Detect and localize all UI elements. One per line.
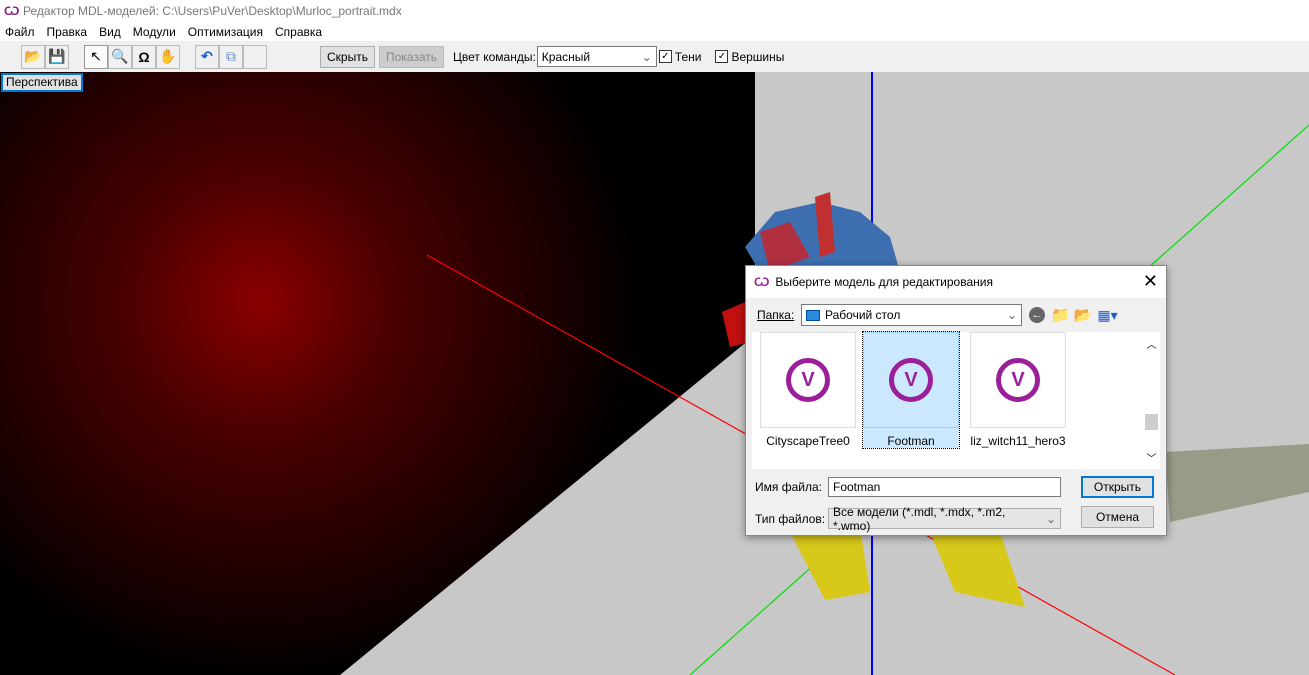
shadows-label: Тени bbox=[674, 49, 702, 64]
undo-icon[interactable]: ↶ bbox=[195, 44, 219, 69]
window-title: Редактор MDL-моделей: C:\Users\PuVer\Des… bbox=[23, 4, 402, 18]
file-name: liz_witch11_hero3 bbox=[970, 434, 1066, 448]
team-color-value: Красный bbox=[541, 49, 591, 64]
open-button[interactable]: Открыть bbox=[1081, 476, 1154, 498]
menu-optimization[interactable]: Оптимизация bbox=[183, 25, 270, 39]
view-menu-icon[interactable]: ▦▾ bbox=[1097, 307, 1117, 324]
menu-help[interactable]: Справка bbox=[270, 25, 329, 39]
folder-row: Папка: Рабочий стол ⌄ ← 📁 📂 ▦▾ bbox=[757, 304, 1118, 326]
file-item-cityscapetree0[interactable]: V CityscapeTree0 bbox=[760, 332, 856, 449]
background-plane bbox=[0, 72, 755, 675]
model-file-icon: V bbox=[996, 358, 1040, 402]
scroll-thumb[interactable] bbox=[1145, 414, 1158, 430]
rotate-icon[interactable]: Ω bbox=[132, 44, 156, 69]
file-name: Footman bbox=[887, 434, 935, 448]
toolbar: 📂 💾 ↖ 🔍 Ω ✋ ↶ ⧉ Скрыть Показать Цвет ком… bbox=[0, 41, 1309, 72]
viewport-label[interactable]: Перспектива bbox=[1, 73, 83, 92]
close-icon[interactable]: ✕ bbox=[1143, 271, 1158, 292]
model-file-icon: V bbox=[889, 358, 933, 402]
show-button[interactable]: Показать bbox=[378, 45, 444, 68]
scroll-up-icon[interactable]: ︿ bbox=[1143, 336, 1160, 351]
save-icon[interactable]: 💾 bbox=[45, 44, 69, 69]
pan-hand-icon[interactable]: ✋ bbox=[156, 44, 180, 69]
menu-bar: Файл Правка Вид Модули Оптимизация Справ… bbox=[0, 22, 1309, 41]
app-icon: Ѡ bbox=[4, 4, 20, 18]
file-name: CityscapeTree0 bbox=[766, 434, 850, 448]
open-icon[interactable]: 📂 bbox=[21, 44, 45, 69]
chevron-down-icon: ⌄ bbox=[1045, 511, 1056, 526]
team-color-select[interactable]: Красный ⌄ bbox=[536, 46, 657, 67]
zoom-icon[interactable]: 🔍 bbox=[108, 44, 132, 69]
file-list: V CityscapeTree0 V Footman V liz_witch11… bbox=[752, 331, 1160, 469]
chevron-down-icon: ⌄ bbox=[1006, 308, 1017, 322]
folder-label: Папка: bbox=[757, 308, 795, 322]
file-item-liz-witch11-hero3[interactable]: V liz_witch11_hero3 bbox=[970, 332, 1066, 449]
menu-modules[interactable]: Модули bbox=[128, 25, 183, 39]
filetype-select[interactable]: Все модели (*.mdl, *.mdx, *.m2, *.wmo) ⌄ bbox=[828, 505, 1061, 533]
desktop-icon bbox=[806, 310, 820, 322]
filename-input[interactable]: Footman bbox=[828, 477, 1061, 497]
filename-value: Footman bbox=[833, 480, 881, 494]
title-bar: Ѡ Редактор MDL-моделей: C:\Users\PuVer\D… bbox=[0, 0, 1309, 22]
hide-button[interactable]: Скрыть bbox=[320, 45, 375, 68]
dialog-app-icon: Ѡ bbox=[754, 275, 770, 289]
new-folder-icon[interactable]: 📂 bbox=[1074, 306, 1093, 324]
filetype-value: Все модели (*.mdl, *.mdx, *.m2, *.wmo) bbox=[833, 504, 1006, 533]
scroll-down-icon[interactable]: ﹀ bbox=[1143, 450, 1160, 465]
file-item-footman[interactable]: V Footman bbox=[862, 331, 960, 449]
menu-edit[interactable]: Правка bbox=[42, 25, 95, 39]
vertices-label: Вершины bbox=[731, 49, 785, 64]
filename-row: Имя файла: Footman bbox=[755, 477, 1061, 497]
up-folder-icon[interactable]: 📁 bbox=[1051, 306, 1070, 324]
back-icon[interactable]: ← bbox=[1029, 307, 1045, 323]
team-color-label: Цвет команды: bbox=[452, 49, 536, 64]
file-list-scrollbar[interactable]: ︿ ﹀ bbox=[1143, 332, 1160, 469]
select-pointer-icon[interactable]: ↖ bbox=[84, 44, 108, 69]
dialog-title: Выберите модель для редактирования bbox=[775, 275, 993, 289]
vertices-checkbox[interactable]: ✓ bbox=[715, 50, 729, 63]
chevron-down-icon: ⌄ bbox=[641, 49, 652, 64]
folder-value: Рабочий стол bbox=[825, 308, 901, 322]
empty-tool-button[interactable] bbox=[243, 44, 267, 69]
menu-view[interactable]: Вид bbox=[94, 25, 128, 39]
filename-label: Имя файла: bbox=[755, 480, 822, 494]
dialog-title-bar: Ѡ Выберите модель для редактирования bbox=[746, 266, 1166, 298]
model-file-icon: V bbox=[786, 358, 830, 402]
menu-file[interactable]: Файл bbox=[0, 25, 42, 39]
filetype-row: Тип файлов: Все модели (*.mdl, *.mdx, *.… bbox=[755, 505, 1061, 533]
copy-icon[interactable]: ⧉ bbox=[219, 44, 243, 69]
folder-select[interactable]: Рабочий стол ⌄ bbox=[801, 304, 1022, 326]
filetype-label: Тип файлов: bbox=[755, 511, 826, 526]
open-model-dialog: Ѡ Выберите модель для редактирования ✕ П… bbox=[745, 265, 1167, 536]
shadows-checkbox[interactable]: ✓ bbox=[658, 50, 672, 63]
cancel-button[interactable]: Отмена bbox=[1081, 506, 1154, 528]
